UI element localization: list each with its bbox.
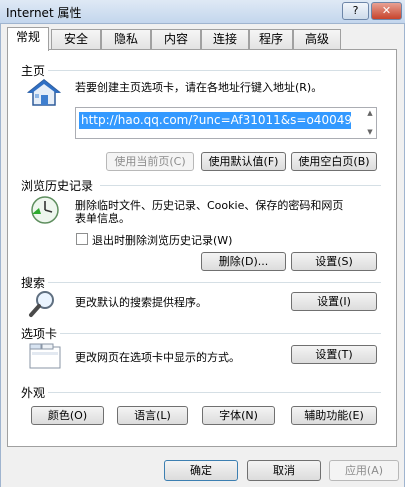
tabbed-window-icon — [29, 343, 61, 369]
fonts-button[interactable]: 字体(N) — [202, 406, 275, 425]
delete-on-exit-label: 退出时删除浏览历史记录(W) — [92, 234, 233, 247]
history-description-line2: 表单信息。 — [75, 212, 130, 225]
tab-general[interactable]: 常规 — [7, 27, 49, 51]
tabs-section-heading: 选项卡 — [21, 327, 58, 341]
scroll-up-arrow-icon[interactable]: ▲ — [365, 109, 375, 118]
home-description: 若要创建主页选项卡，请在各地址行键入地址(R)。 — [75, 81, 323, 94]
section-divider — [60, 333, 381, 334]
scroll-down-arrow-icon[interactable]: ▼ — [365, 128, 375, 137]
tab-security[interactable]: 安全 — [51, 29, 101, 49]
window-title: Internet 属性 — [6, 6, 82, 20]
ok-button[interactable]: 确定 — [164, 460, 238, 481]
tabs-description: 更改网页在选项卡中显示的方式。 — [75, 351, 240, 364]
use-blank-button[interactable]: 使用空白页(B) — [291, 152, 377, 171]
tab-advanced[interactable]: 高级 — [293, 29, 341, 49]
use-default-button[interactable]: 使用默认值(F) — [201, 152, 286, 171]
home-section-heading: 主页 — [21, 64, 46, 78]
tab-programs[interactable]: 程序 — [249, 29, 293, 49]
use-current-button[interactable]: 使用当前页(C) — [106, 152, 194, 171]
help-button[interactable]: ? — [342, 2, 369, 20]
cancel-button[interactable]: 取消 — [247, 460, 321, 481]
home-url-textarea[interactable]: http://hao.qq.com/?unc=Af31011&s=o400493… — [75, 107, 377, 139]
section-divider — [100, 185, 381, 186]
delete-on-exit-checkbox[interactable] — [76, 233, 88, 245]
search-description: 更改默认的搜索提供程序。 — [75, 296, 207, 309]
appearance-section-heading: 外观 — [21, 386, 46, 400]
apply-button[interactable]: 应用(A) — [329, 460, 399, 481]
tab-connections[interactable]: 连接 — [201, 29, 249, 49]
close-button[interactable]: ✕ — [371, 2, 402, 20]
history-clock-icon — [31, 196, 59, 224]
tab-privacy[interactable]: 隐私 — [101, 29, 151, 49]
section-divider — [48, 70, 381, 71]
section-divider — [48, 392, 381, 393]
accessibility-button[interactable]: 辅助功能(E) — [291, 406, 377, 425]
colors-button[interactable]: 颜色(O) — [31, 406, 104, 425]
section-divider — [48, 282, 381, 283]
home-url-value: http://hao.qq.com/?unc=Af31011&s=o400493… — [79, 112, 351, 129]
delete-history-button[interactable]: 删除(D)... — [201, 252, 286, 271]
tab-content[interactable]: 内容 — [151, 29, 201, 49]
languages-button[interactable]: 语言(L) — [117, 406, 188, 425]
magnifier-icon — [29, 291, 54, 317]
history-settings-button[interactable]: 设置(S) — [291, 252, 377, 271]
search-settings-button[interactable]: 设置(I) — [291, 292, 377, 311]
history-section-heading: 浏览历史记录 — [21, 179, 94, 193]
house-icon — [27, 79, 61, 106]
tabs-settings-button[interactable]: 设置(T) — [291, 345, 377, 364]
